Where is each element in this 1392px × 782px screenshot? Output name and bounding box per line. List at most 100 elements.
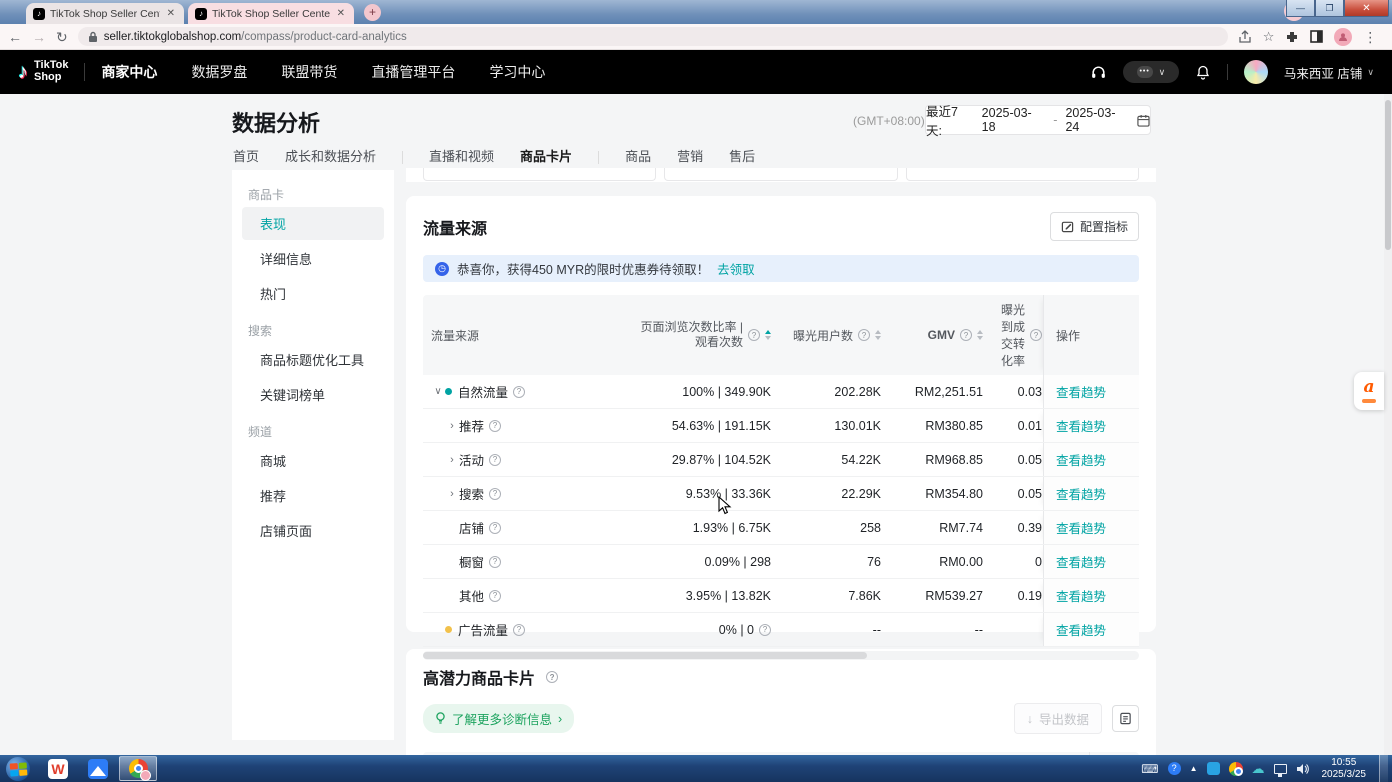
taskbar-chrome-icon[interactable]	[119, 756, 157, 781]
tab-close-icon[interactable]: ✕	[165, 8, 177, 19]
help-icon[interactable]: ?	[489, 522, 501, 534]
scrollbar-thumb[interactable]	[423, 652, 867, 659]
conversion-value	[991, 613, 1043, 646]
view-trend-link[interactable]: 查看趋势	[1056, 620, 1106, 639]
view-trend-link[interactable]: 查看趋势	[1056, 382, 1106, 401]
export-data-button[interactable]: ↓ 导出数据	[1014, 703, 1102, 734]
close-button[interactable]: ✕	[1344, 0, 1389, 17]
taskbar-app-icon[interactable]	[79, 756, 117, 781]
conversion-value: 0.05	[991, 477, 1043, 510]
help-icon[interactable]: ?	[1030, 329, 1042, 341]
sidebar-item-详细信息[interactable]: 详细信息	[242, 242, 384, 275]
browser-tab-2[interactable]: ♪ TikTok Shop Seller Center | Cr ✕	[188, 3, 354, 24]
topnav-item-2[interactable]: 联盟带货	[281, 62, 337, 82]
expand-icon[interactable]: ›	[445, 488, 459, 500]
taskbar-clock[interactable]: 10:55 2025/3/25	[1322, 757, 1367, 781]
network-icon[interactable]	[1274, 764, 1287, 774]
help-icon[interactable]: ?	[489, 420, 501, 432]
col-conversion[interactable]: 曝光到成交转化率 ?	[991, 295, 1043, 375]
tray-expand-icon[interactable]: ▲	[1190, 764, 1198, 773]
sort-icon[interactable]	[875, 330, 881, 340]
sidebar-item-商城[interactable]: 商城	[242, 444, 384, 477]
address-bar[interactable]: seller.tiktokglobalshop.com/compass/prod…	[78, 27, 1228, 46]
tab-close-icon[interactable]: ✕	[335, 8, 347, 19]
configure-metrics-button[interactable]: 配置指标	[1050, 212, 1139, 241]
restore-button[interactable]: ❐	[1315, 0, 1344, 17]
expand-icon[interactable]: ›	[445, 420, 459, 432]
help-icon[interactable]: ?	[489, 488, 501, 500]
traffic-row-橱窗: 橱窗?0.09% | 29876RM0.000查看趋势	[423, 545, 1139, 579]
divider	[598, 151, 599, 164]
col-gmv[interactable]: GMV ?	[889, 295, 991, 375]
help-icon[interactable]: ?	[489, 556, 501, 568]
tray-chrome-icon[interactable]	[1229, 762, 1243, 776]
sidebar-item-热门[interactable]: 热门	[242, 277, 384, 310]
view-trend-link[interactable]: 查看趋势	[1056, 552, 1106, 571]
topnav-item-4[interactable]: 学习中心	[489, 62, 545, 82]
floating-widget[interactable]: a	[1354, 372, 1384, 410]
sort-icon[interactable]	[765, 330, 771, 340]
headset-icon[interactable]	[1090, 64, 1107, 81]
show-desktop-button[interactable]	[1379, 755, 1388, 782]
help-icon[interactable]: ?	[513, 624, 525, 636]
browser-tab-1[interactable]: ♪ TikTok Shop Seller Center | Cr ✕	[26, 3, 184, 24]
bookmark-star-icon[interactable]: ☆	[1263, 30, 1275, 43]
gmv-value: RM354.80	[889, 477, 991, 510]
new-tab-button[interactable]: +	[364, 4, 381, 21]
sidebar-item-店铺页面[interactable]: 店铺页面	[242, 514, 384, 547]
report-list-button[interactable]	[1112, 705, 1139, 732]
diagnosis-pill[interactable]: 了解更多诊断信息 ›	[423, 704, 574, 733]
topnav-item-3[interactable]: 直播管理平台	[371, 62, 455, 82]
input-keyboard-icon[interactable]: ⌨	[1141, 762, 1158, 776]
col-users[interactable]: 曝光用户数 ?	[779, 295, 889, 375]
store-avatar[interactable]	[1244, 60, 1268, 84]
collapse-icon[interactable]: ∨	[431, 386, 445, 397]
help-icon[interactable]: ?	[546, 671, 558, 683]
claim-coupon-link[interactable]: 去领取	[717, 259, 755, 278]
help-icon[interactable]: ?	[960, 329, 972, 341]
store-switcher[interactable]: 马来西亚 店铺 ∨	[1284, 63, 1374, 82]
view-trend-link[interactable]: 查看趋势	[1056, 586, 1106, 605]
col-views[interactable]: 页面浏览次数比率 | 观看次数 ?	[601, 295, 779, 375]
minimize-button[interactable]: —	[1286, 0, 1315, 17]
share-icon[interactable]	[1238, 30, 1252, 44]
sidebar-item-商品标题优化工具[interactable]: 商品标题优化工具	[242, 343, 384, 376]
horizontal-scrollbar[interactable]	[423, 651, 1139, 660]
help-icon[interactable]: ?	[1168, 762, 1181, 775]
forward-icon[interactable]: →	[32, 30, 46, 44]
extensions-puzzle-icon[interactable]	[1285, 30, 1299, 44]
help-icon[interactable]: ?	[489, 590, 501, 602]
view-trend-link[interactable]: 查看趋势	[1056, 484, 1106, 503]
sidebar-item-关键词榜单[interactable]: 关键词榜单	[242, 378, 384, 411]
reload-icon[interactable]: ↻	[56, 30, 68, 44]
back-icon[interactable]: ←	[8, 30, 22, 44]
date-range-picker[interactable]: 最近7天: 2025-03-18 - 2025-03-24	[925, 105, 1151, 135]
view-trend-link[interactable]: 查看趋势	[1056, 450, 1106, 469]
tiktok-shop-logo[interactable]: ♪ TikTok Shop	[18, 60, 68, 83]
volume-icon[interactable]	[1296, 763, 1309, 775]
taskbar-wps-icon[interactable]: W	[39, 756, 77, 781]
menu-kebab-icon[interactable]: ⋮	[1363, 30, 1377, 44]
cloud-sync-icon[interactable]: ☁	[1252, 761, 1265, 777]
help-icon[interactable]: ?	[513, 386, 525, 398]
help-icon[interactable]: ?	[748, 329, 760, 341]
bell-icon[interactable]	[1195, 64, 1211, 81]
tray-app-icon[interactable]	[1207, 762, 1220, 775]
profile-avatar[interactable]	[1334, 28, 1352, 46]
sort-icon[interactable]	[977, 330, 983, 340]
topnav-item-0[interactable]: 商家中心	[101, 62, 157, 82]
page-scrollbar[interactable]	[1384, 94, 1392, 755]
messages-pill[interactable]: ••• ∨	[1123, 61, 1179, 83]
scrollbar-thumb[interactable]	[1385, 100, 1391, 250]
expand-icon[interactable]: ›	[445, 454, 459, 466]
start-button[interactable]	[5, 756, 31, 782]
topnav-item-1[interactable]: 数据罗盘	[191, 62, 247, 82]
sidebar-item-推荐[interactable]: 推荐	[242, 479, 384, 512]
help-icon[interactable]: ?	[759, 624, 771, 636]
view-trend-link[interactable]: 查看趋势	[1056, 416, 1106, 435]
help-icon[interactable]: ?	[858, 329, 870, 341]
side-panel-icon[interactable]	[1310, 30, 1323, 43]
help-icon[interactable]: ?	[489, 454, 501, 466]
view-trend-link[interactable]: 查看趋势	[1056, 518, 1106, 537]
sidebar-item-表现[interactable]: 表现	[242, 207, 384, 240]
